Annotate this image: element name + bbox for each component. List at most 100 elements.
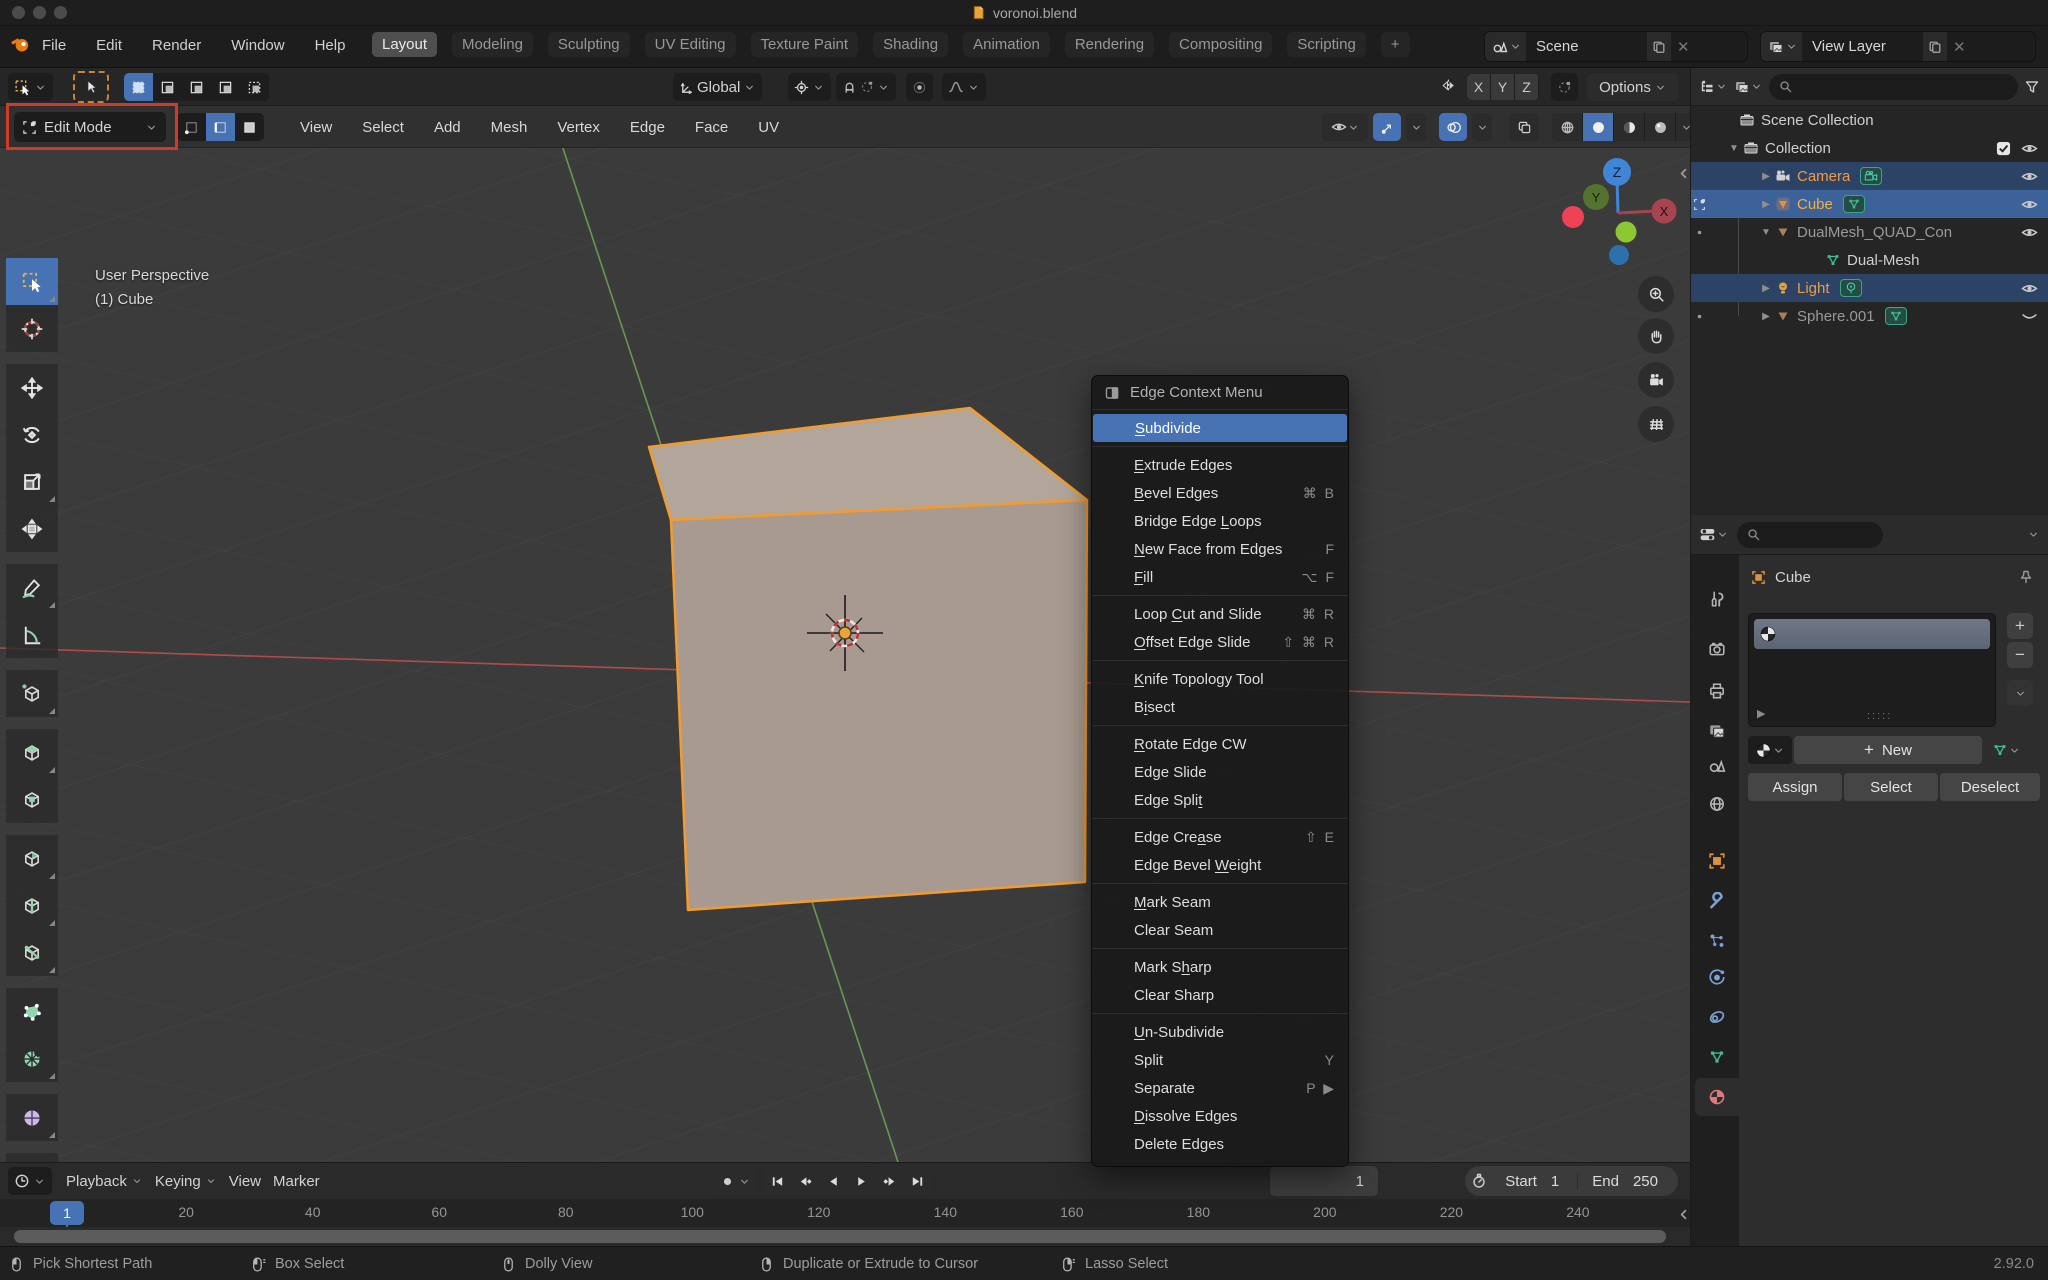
- sidebar-collapse-chevron[interactable]: [1676, 166, 1690, 181]
- properties-tab-particles[interactable]: [1695, 922, 1739, 960]
- viewport-menu-mesh[interactable]: Mesh: [491, 119, 528, 136]
- snap-dropdown[interactable]: [836, 73, 896, 101]
- tool-loop-cut-button[interactable]: [6, 882, 58, 929]
- eye-open-icon[interactable]: [2021, 280, 2038, 297]
- properties-tab-physics[interactable]: [1695, 958, 1739, 996]
- properties-tab-view-layer[interactable]: [1695, 712, 1739, 750]
- outliner-row-dualmesh-quad-con[interactable]: ▼ DualMesh_QUAD_Con: [1691, 218, 2048, 246]
- timeline-scrollbar[interactable]: [0, 1227, 1690, 1247]
- gizmo-dropdown[interactable]: [1406, 113, 1426, 141]
- view-layer-browse-button[interactable]: [1761, 32, 1802, 61]
- current-frame-marker[interactable]: 1: [50, 1201, 84, 1225]
- disclosure-right-icon[interactable]: ▶: [1757, 311, 1775, 322]
- navigation-gizmo[interactable]: Z Y X: [1540, 140, 1690, 280]
- menu-item-knife-topology-tool[interactable]: Knife Topology Tool: [1092, 665, 1348, 693]
- timeline-collapse-chevron[interactable]: [1676, 1207, 1691, 1222]
- menu-item-bisect[interactable]: Bisect: [1092, 693, 1348, 721]
- show-gizmo-toggle[interactable]: [1373, 113, 1401, 141]
- properties-tab-modifiers[interactable]: [1695, 882, 1739, 920]
- menu-item-subdivide[interactable]: Subdivide: [1093, 414, 1347, 442]
- disclosure-right-icon[interactable]: ▶: [1757, 199, 1775, 210]
- deselect-button[interactable]: Deselect: [1940, 773, 2040, 801]
- proportional-editing-toggle[interactable]: [906, 73, 933, 101]
- new-material-button[interactable]: + New: [1794, 736, 1982, 764]
- shading-solid-button[interactable]: [1583, 113, 1613, 141]
- overlays-dropdown[interactable]: [1472, 113, 1492, 141]
- menu-file[interactable]: File: [40, 33, 68, 58]
- outliner-label[interactable]: Dual-Mesh: [1847, 252, 1920, 269]
- assign-button[interactable]: Assign: [1748, 773, 1842, 801]
- tool-cursor-button[interactable]: [6, 305, 58, 352]
- outliner-label[interactable]: Sphere.001: [1797, 308, 1875, 325]
- viewport-3d[interactable]: Edit Mode View Select Add Mesh Vertex Edge Fac…: [0, 106, 1690, 1162]
- menu-render[interactable]: Render: [150, 33, 203, 58]
- select-button[interactable]: Select: [1844, 773, 1938, 801]
- select-mode-invert[interactable]: [211, 73, 240, 101]
- tool-bevel-button[interactable]: [6, 835, 58, 882]
- viewport-menu-add[interactable]: Add: [434, 119, 461, 136]
- menu-item-new-face-from-edges[interactable]: New Face from Edges F: [1092, 535, 1348, 563]
- shading-wireframe-button[interactable]: [1552, 113, 1582, 141]
- menu-item-offset-edge-slide[interactable]: Offset Edge Slide ⇧ ⌘ R: [1092, 628, 1348, 656]
- scene-copy-button[interactable]: [1647, 32, 1671, 61]
- workspace-tab-layout[interactable]: Layout: [372, 32, 438, 57]
- disclosure-right-icon[interactable]: ▶: [1757, 171, 1775, 182]
- options-dropdown[interactable]: Options: [1587, 73, 1679, 101]
- add-workspace-button[interactable]: +: [1380, 32, 1410, 57]
- timeline-menu-playback[interactable]: Playback: [60, 1173, 149, 1190]
- properties-tab-tool[interactable]: [1695, 580, 1739, 618]
- workspace-tab-sculpting[interactable]: Sculpting: [547, 32, 630, 57]
- workspace-tab-compositing[interactable]: Compositing: [1169, 32, 1273, 57]
- workspace-tab-rendering[interactable]: Rendering: [1064, 32, 1155, 57]
- pin-icon[interactable]: [2018, 569, 2034, 585]
- properties-tab-object-data[interactable]: [1695, 1038, 1739, 1076]
- viewport-menu-face[interactable]: Face: [695, 119, 728, 136]
- menu-item-dissolve-edges[interactable]: Dissolve Edges: [1092, 1102, 1348, 1130]
- cube-mesh[interactable]: [0, 106, 1690, 1162]
- timeline-editor-type-dropdown[interactable]: [8, 1167, 52, 1195]
- select-mode-new[interactable]: [124, 73, 153, 101]
- properties-tab-scene[interactable]: [1695, 747, 1739, 785]
- outliner-row-scene-collection[interactable]: Scene Collection: [1691, 106, 2048, 134]
- transform-orientation-dropdown[interactable]: Global: [673, 73, 763, 101]
- viewport-menu-vertex[interactable]: Vertex: [557, 119, 600, 136]
- viewport-menu-uv[interactable]: UV: [758, 119, 779, 136]
- show-object-types-dropdown[interactable]: [1322, 113, 1368, 141]
- shading-dropdown[interactable]: [1676, 113, 1690, 141]
- active-tool-button[interactable]: [8, 73, 53, 101]
- tool-cursor-indicator[interactable]: [73, 71, 109, 103]
- tool-inset-faces-button[interactable]: [6, 776, 58, 823]
- scene-unlink-button[interactable]: ✕: [1672, 32, 1695, 61]
- timeline-menu-marker[interactable]: Marker: [267, 1173, 326, 1190]
- zoom-view-button[interactable]: [1638, 276, 1674, 312]
- tool-rotate-button[interactable]: [6, 411, 58, 458]
- tool-measure-button[interactable]: [6, 611, 58, 658]
- tool-transform-button[interactable]: [6, 505, 58, 552]
- material-slot-row[interactable]: [1754, 619, 1990, 649]
- xray-toggle[interactable]: [1509, 113, 1539, 141]
- properties-editor-type-dropdown[interactable]: [1699, 526, 1729, 543]
- slot-specials-dropdown[interactable]: [2007, 680, 2033, 706]
- start-frame-field[interactable]: Start 1: [1491, 1173, 1573, 1190]
- menu-item-separate[interactable]: Separate P ▶: [1092, 1074, 1348, 1102]
- timeline-menu-view[interactable]: View: [223, 1173, 267, 1190]
- outliner-label[interactable]: Camera: [1797, 168, 1850, 185]
- menu-item-mark-seam[interactable]: Mark Seam: [1092, 888, 1348, 916]
- menu-item-clear-seam[interactable]: Clear Seam: [1092, 916, 1348, 944]
- menu-help[interactable]: Help: [313, 33, 348, 58]
- eye-open-icon[interactable]: [2021, 224, 2038, 241]
- properties-search-input[interactable]: [1737, 521, 1883, 548]
- jump-to-end-button[interactable]: [903, 1167, 931, 1195]
- menu-item-edge-slide[interactable]: Edge Slide: [1092, 758, 1348, 786]
- show-overlays-toggle[interactable]: [1439, 113, 1467, 141]
- shading-material-button[interactable]: [1614, 113, 1644, 141]
- add-slot-button[interactable]: +: [2007, 613, 2033, 639]
- disclosure-right-icon[interactable]: ▶: [1757, 283, 1775, 294]
- camera-data-icon[interactable]: [1860, 167, 1883, 185]
- menu-item-split[interactable]: Split Y: [1092, 1046, 1348, 1074]
- select-mode-subtract[interactable]: [182, 73, 211, 101]
- browse-material-dropdown[interactable]: [1748, 736, 1792, 764]
- mesh-data-icon[interactable]: [1842, 195, 1865, 213]
- close-window-icon[interactable]: [12, 6, 25, 19]
- scene-name-field[interactable]: Scene: [1526, 32, 1646, 61]
